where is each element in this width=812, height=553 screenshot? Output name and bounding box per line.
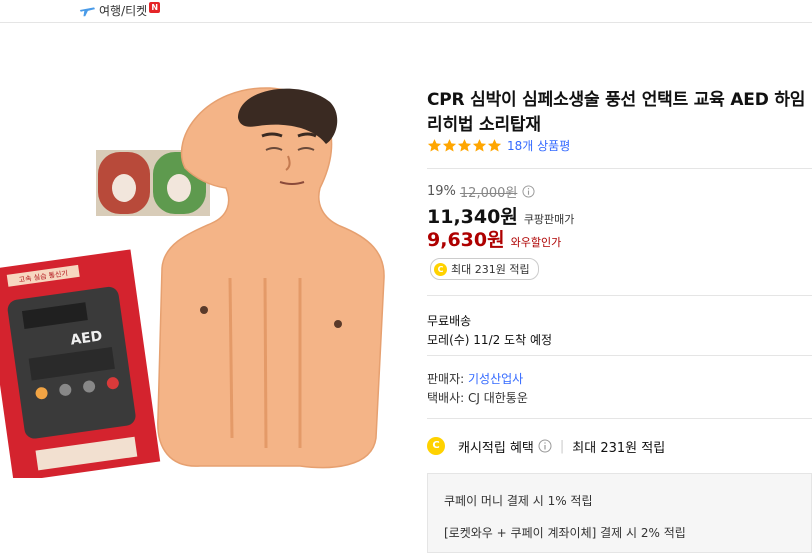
cpr-manikin-image: 고속 실습 통신기 AED [0, 87, 385, 482]
nav-travel-ticket[interactable]: 여행/티켓 N [78, 1, 161, 19]
nav-travel-label: 여행/티켓 [99, 3, 148, 18]
cash-reward-row: C 캐시적립 혜택 | 최대 231원 적립 [427, 436, 665, 456]
discount-row: 19% 12,000원 [427, 183, 535, 201]
wow-price-label: 와우할인가 [510, 236, 562, 249]
cash-max: 최대 231원 적립 [572, 440, 666, 456]
product-title: CPR 심박이 심페소생술 풍선 언택트 교육 AED 하임리히법 소리탑재 [427, 90, 806, 135]
coin-icon: C [434, 262, 447, 276]
product-image[interactable]: 고속 실습 통신기 AED [0, 78, 400, 482]
coupay-line-1: 쿠페이 머니 결제 시 1% 적립 [444, 494, 593, 508]
coupay-benefit-box: 쿠페이 머니 결제 시 1% 적립 [로켓와우 + 쿠페이 계좌이체] 결제 시… [427, 473, 812, 553]
divider [427, 168, 812, 169]
star-icon [457, 138, 472, 151]
airplane-icon [79, 7, 95, 17]
reward-chip-label: 최대 231원 적립 [451, 263, 530, 276]
star-icon [472, 138, 487, 151]
divider [427, 355, 812, 356]
seller-row: 판매자: 기성산업사 [427, 370, 523, 387]
price-row: 11,340원 쿠팡판매가 [427, 202, 574, 228]
divider [427, 295, 812, 296]
wow-price-row: 9,630원 와우할인가 [427, 225, 562, 251]
cash-reward-label: 캐시적립 혜택 [458, 440, 534, 456]
star-icon [442, 138, 457, 151]
shipping-eta: 모레(수) 11/2 도착 예정 [427, 333, 553, 347]
divider [427, 418, 812, 419]
seller-link[interactable]: 기성산업사 [468, 372, 523, 386]
info-icon[interactable] [522, 184, 535, 198]
top-nav: 여행/티켓 N [0, 0, 812, 23]
discount-rate: 19% [427, 183, 456, 199]
new-badge: N [149, 1, 161, 13]
star-icon [487, 138, 502, 151]
separator: | [559, 438, 565, 454]
carrier-row: 택배사: CJ 대한통운 [427, 391, 528, 405]
aed-box: 고속 실습 통신기 AED [0, 249, 161, 482]
coupay-line-2: [로켓와우 + 쿠페이 계좌이체] 결제 시 2% 적립 [444, 526, 686, 540]
info-icon[interactable] [538, 439, 552, 453]
star-icon [427, 138, 442, 151]
wow-price: 9,630원 [427, 229, 505, 251]
rating-row[interactable]: 18개 상품평 [427, 137, 570, 153]
coin-icon: C [427, 437, 445, 455]
reward-chip[interactable]: C 최대 231원 적립 [430, 258, 539, 280]
seller-label: 판매자: [427, 372, 468, 386]
rating-stars [427, 138, 502, 153]
shipping-title: 무료배송 [427, 314, 472, 328]
inflatable-body [157, 87, 385, 469]
review-count-link[interactable]: 18개 상품평 [507, 137, 570, 154]
original-price: 12,000원 [459, 185, 518, 201]
